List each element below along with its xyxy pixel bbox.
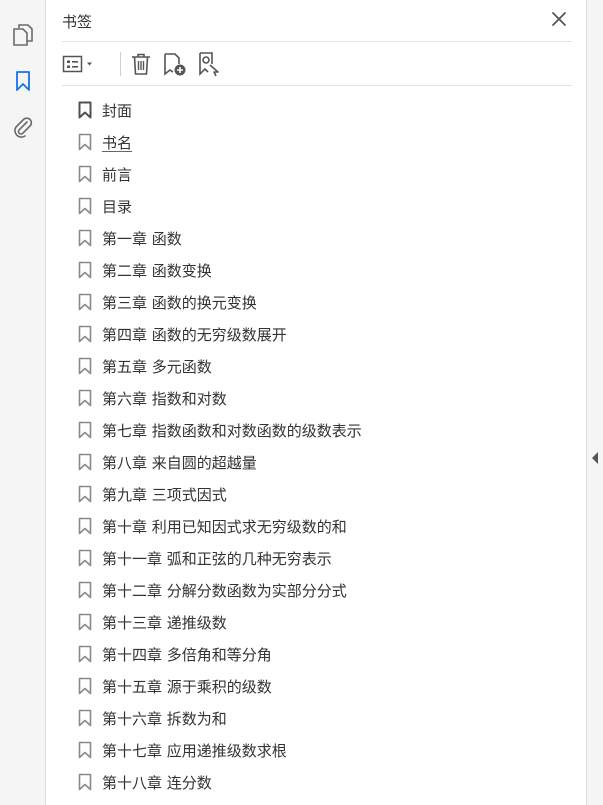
bookmark-icon [78, 613, 92, 631]
bookmark-label: 前言 [102, 165, 133, 184]
bookmark-label: 封面 [102, 101, 133, 120]
bookmark-item[interactable]: 第七章 指数函数和对数函数的级数表示 [76, 414, 576, 446]
bookmark-item[interactable]: 第十六章 拆数为和 [76, 702, 576, 734]
bookmark-icon [78, 293, 92, 311]
bookmark-label: 第十三章 递推级数 [102, 613, 227, 632]
bookmark-item[interactable]: 第三章 函数的换元变换 [76, 286, 576, 318]
bookmark-icon [16, 71, 30, 91]
bookmark-item[interactable]: 第九章 三项式因式 [76, 478, 576, 510]
find-bookmark-button[interactable] [196, 51, 222, 77]
bookmark-item[interactable]: 第十一章 弧和正弦的几种无穷表示 [76, 542, 576, 574]
bookmark-icon [78, 517, 92, 535]
new-bookmark-button[interactable] [162, 51, 188, 77]
bookmark-item[interactable]: 第十四章 多倍角和等分角 [76, 638, 576, 670]
bookmark-icon [78, 357, 92, 375]
bookmark-label: 书名 [102, 133, 133, 152]
options-menu-button[interactable] [62, 51, 98, 77]
bookmark-label: 第一章 函数 [102, 229, 182, 248]
bookmark-icon [78, 421, 92, 439]
left-rail [0, 0, 46, 805]
bookmarks-panel: 书签 封面 书名 前言 目录 第一章 函数 第二章 函数变换 第三章 函数的换元… [46, 0, 586, 805]
panel-splitter[interactable] [586, 0, 603, 805]
bookmark-item[interactable]: 第六章 指数和对数 [76, 382, 576, 414]
bookmark-label: 第十七章 应用递推级数求根 [102, 741, 287, 760]
bookmark-icon [78, 741, 92, 759]
bookmark-item[interactable]: 第十五章 源于乘积的级数 [76, 670, 576, 702]
bookmark-label: 第九章 三项式因式 [102, 485, 227, 504]
bookmark-label: 第四章 函数的无穷级数展开 [102, 325, 287, 344]
panel-header: 书签 [62, 0, 572, 42]
bookmark-label: 第八章 来自圆的超越量 [102, 453, 257, 472]
options-menu-icon [62, 55, 92, 73]
close-icon[interactable] [550, 10, 568, 28]
bookmark-item[interactable]: 第十二章 分解分数函数为实部分分式 [76, 574, 576, 606]
delete-icon [132, 53, 150, 75]
bookmark-icon [78, 709, 92, 727]
toolbar-divider [120, 52, 121, 76]
bookmark-item[interactable]: 第八章 来自圆的超越量 [76, 446, 576, 478]
delete-bookmark-button[interactable] [128, 51, 154, 77]
attachment-icon [14, 117, 33, 138]
bookmark-item[interactable]: 目录 [76, 190, 576, 222]
bookmark-icon [78, 229, 92, 247]
bookmark-label: 第六章 指数和对数 [102, 389, 227, 408]
bookmark-icon [78, 197, 92, 215]
bookmark-icon [78, 101, 92, 119]
bookmark-icon [78, 325, 92, 343]
pages-button[interactable] [8, 20, 38, 50]
bookmark-icon [78, 453, 92, 471]
bookmark-label: 第十一章 弧和正弦的几种无穷表示 [102, 549, 332, 568]
bookmark-label: 第十六章 拆数为和 [102, 709, 227, 728]
bookmark-icon [78, 677, 92, 695]
bookmark-icon [78, 645, 92, 663]
bookmark-label: 第十五章 源于乘积的级数 [102, 677, 272, 696]
collapse-arrow-icon[interactable] [591, 451, 599, 465]
bookmarks-button[interactable] [8, 66, 38, 96]
bookmark-icon [78, 165, 92, 183]
bookmark-icon [78, 389, 92, 407]
bookmark-icon [78, 485, 92, 503]
bookmark-item[interactable]: 前言 [76, 158, 576, 190]
bookmark-item[interactable]: 第四章 函数的无穷级数展开 [76, 318, 576, 350]
bookmark-label: 目录 [102, 197, 133, 216]
bookmark-icon [78, 549, 92, 567]
bookmark-item[interactable]: 第一章 函数 [76, 222, 576, 254]
bookmark-item[interactable]: 第十七章 应用递推级数求根 [76, 734, 576, 766]
bookmark-item[interactable]: 第五章 多元函数 [76, 350, 576, 382]
bookmarks-toolbar [62, 42, 572, 86]
bookmark-item[interactable]: 第十三章 递推级数 [76, 606, 576, 638]
panel-title: 书签 [62, 13, 93, 31]
bookmark-item[interactable]: 第十八章 连分数 [76, 766, 576, 798]
bookmark-icon [78, 133, 92, 151]
bookmark-label: 第十二章 分解分数函数为实部分分式 [102, 581, 347, 600]
bookmark-label: 第七章 指数函数和对数函数的级数表示 [102, 421, 362, 440]
new-bookmark-icon [164, 53, 186, 76]
bookmark-label: 第十八章 连分数 [102, 773, 212, 792]
bookmark-item[interactable]: 第十章 利用已知因式求无穷级数的和 [76, 510, 576, 542]
attachments-button[interactable] [8, 112, 38, 142]
bookmark-item[interactable]: 封面 [76, 94, 576, 126]
find-bookmark-icon [199, 52, 219, 77]
pages-icon [13, 24, 33, 46]
bookmark-label: 第十章 利用已知因式求无穷级数的和 [102, 517, 347, 536]
bookmark-label: 第十四章 多倍角和等分角 [102, 645, 272, 664]
bookmark-icon [78, 773, 92, 791]
bookmark-label: 第三章 函数的换元变换 [102, 293, 257, 312]
bookmark-item[interactable]: 第二章 函数变换 [76, 254, 576, 286]
bookmark-icon [78, 261, 92, 279]
bookmark-item[interactable]: 书名 [76, 126, 576, 158]
bookmark-label: 第五章 多元函数 [102, 357, 212, 376]
bookmark-icon [78, 581, 92, 599]
bookmark-label: 第二章 函数变换 [102, 261, 212, 280]
